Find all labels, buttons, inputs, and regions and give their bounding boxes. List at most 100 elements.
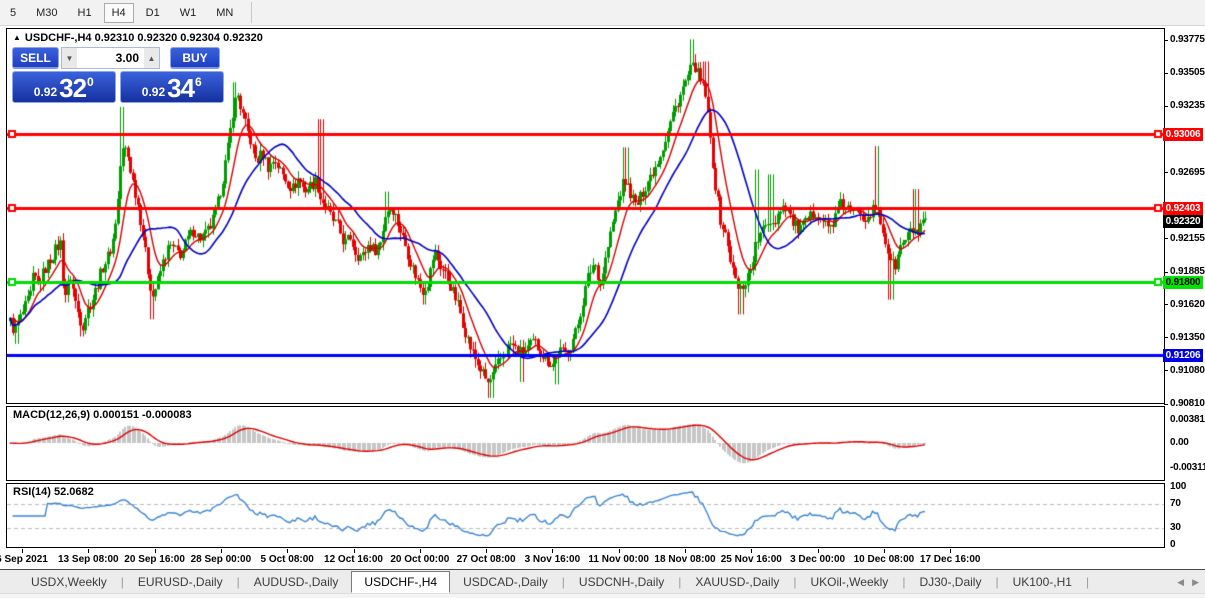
time-tick-label: 27 Oct 08:00 xyxy=(457,554,516,565)
time-tick-label: 11 Nov 00:00 xyxy=(588,554,649,565)
indicator-axis-label: -0.00311 xyxy=(1170,462,1205,473)
time-tick-dash xyxy=(420,549,421,553)
time-tick-label: 28 Sep 00:00 xyxy=(191,554,252,565)
price-tick-label: 0.91080 xyxy=(1170,365,1205,376)
chart-tab-usdcnhdaily[interactable]: USDCNH-,Daily xyxy=(566,571,677,593)
chart-tab-audusddaily[interactable]: AUDUSD-,Daily xyxy=(241,571,352,593)
rsi-indicator-label: RSI(14) 52.0682 xyxy=(13,486,94,498)
indicator-axis-label: 0 xyxy=(1170,539,1205,550)
time-tick-label: 3 Nov 16:00 xyxy=(525,554,581,565)
indicator-axis-label: 70 xyxy=(1170,498,1205,509)
indicator-axis-label: 0.003811 xyxy=(1170,414,1205,425)
time-tick-dash xyxy=(88,549,89,553)
ask-price-pipette: 6 xyxy=(195,75,202,89)
price-tick-dash xyxy=(1164,337,1168,338)
chart-tab-strip: USDX,Weekly|EURUSD-,Daily|AUDUSD-,DailyU… xyxy=(0,570,1090,594)
time-tick-dash xyxy=(884,549,885,553)
price-tick-dash xyxy=(1164,370,1168,371)
price-tick-label: 0.93235 xyxy=(1170,100,1205,111)
tab-scroll-left-icon[interactable]: ◀ xyxy=(1177,577,1184,588)
chart-tab-dj30daily[interactable]: DJ30-,Daily xyxy=(906,571,994,593)
volume-increase-icon[interactable]: ▲ xyxy=(144,48,159,68)
collapse-triangle-icon[interactable]: ▲ xyxy=(13,33,21,42)
timeframe-button-mn[interactable]: MN xyxy=(208,3,241,23)
price-tick-label: 0.90810 xyxy=(1170,398,1205,409)
time-tick-dash xyxy=(354,549,355,553)
price-tick-label: 0.91350 xyxy=(1170,332,1205,343)
bid-price-box[interactable]: 0.92 32 0 xyxy=(12,71,116,103)
timeframe-toolbar: 5M30H1H4D1W1MN xyxy=(0,0,1205,26)
macd-indicator-label: MACD(12,26,9) 0.000151 -0.000083 xyxy=(13,409,192,421)
timeframe-button-h1[interactable]: H1 xyxy=(70,3,100,23)
ask-price-small: 0.92 xyxy=(142,85,165,99)
tab-scroll-arrows: ◀ ▶ xyxy=(1177,570,1199,594)
sell-button[interactable]: SELL xyxy=(12,47,59,69)
time-tick-label: 13 Sep 08:00 xyxy=(58,554,119,565)
time-tick-dash xyxy=(619,549,620,553)
indicator-axis-label: 0.00 xyxy=(1170,437,1205,448)
bid-price-small: 0.92 xyxy=(34,85,57,99)
price-tick-dash xyxy=(1164,304,1168,305)
chart-tab-usdchfh4[interactable]: USDCHF-,H4 xyxy=(351,571,450,593)
chart-tab-xauusddaily[interactable]: XAUUSD-,Daily xyxy=(682,571,792,593)
mt-terminal: 5M30H1H4D1W1MN ▲ USDCHF-,H4 0.92310 0.923… xyxy=(0,0,1205,598)
time-tick-label: 6 Sep 2021 xyxy=(0,554,48,565)
bid-price-pipette: 0 xyxy=(87,75,94,89)
chart-tab-usdcaddaily[interactable]: USDCAD-,Daily xyxy=(450,571,561,593)
time-tick-dash xyxy=(155,549,156,553)
buy-button[interactable]: BUY xyxy=(170,47,220,69)
ask-price-big: 34 xyxy=(167,76,194,101)
time-tick-label: 20 Sep 16:00 xyxy=(124,554,185,565)
price-line-badge: 0.91206 xyxy=(1163,349,1203,362)
price-line-badge: 0.93006 xyxy=(1163,128,1203,141)
timeframe-button-m30[interactable]: M30 xyxy=(28,3,65,23)
price-line-badge: 0.91800 xyxy=(1163,276,1203,289)
time-tick-label: 12 Oct 16:00 xyxy=(324,554,383,565)
price-tick-label: 0.93505 xyxy=(1170,67,1205,78)
chart-tab-bar: USDX,Weekly|EURUSD-,Daily|AUDUSD-,DailyU… xyxy=(0,569,1205,594)
chart-tab-eurusddaily[interactable]: EURUSD-,Daily xyxy=(125,571,236,593)
price-tick-dash xyxy=(1164,106,1168,107)
one-click-trade-panel: SELL ▼ 3.00 ▲ BUY 0.92 32 0 0.92 34 6 xyxy=(12,47,224,103)
ask-price-box[interactable]: 0.92 34 6 xyxy=(120,71,225,103)
chart-tab-uk100h1[interactable]: UK100-,H1 xyxy=(1000,571,1085,593)
timeframe-button-h4[interactable]: H4 xyxy=(104,3,134,23)
indicator-axis-label: 100 xyxy=(1170,481,1205,492)
chart-tab-usdxweekly[interactable]: USDX,Weekly xyxy=(18,571,120,593)
time-tick-dash xyxy=(486,549,487,553)
toolbar-separator xyxy=(251,2,252,23)
chart-tab-ukoilweekly[interactable]: UKOil-,Weekly xyxy=(798,571,902,593)
price-tick-dash xyxy=(1164,73,1168,74)
volume-stepper: ▼ 3.00 ▲ xyxy=(61,47,160,69)
price-tick-dash xyxy=(1164,272,1168,273)
volume-decrease-icon[interactable]: ▼ xyxy=(62,48,77,68)
chart-title: ▲ USDCHF-,H4 0.92310 0.92320 0.92304 0.92… xyxy=(13,32,263,44)
indicator-axis-label: 30 xyxy=(1170,522,1205,533)
time-tick-label: 20 Oct 00:00 xyxy=(390,554,449,565)
timeframe-button-5[interactable]: 5 xyxy=(2,3,24,23)
time-tick-label: 17 Dec 16:00 xyxy=(920,554,981,565)
rsi-indicator-pane xyxy=(6,483,1165,548)
time-tick-label: 3 Dec 00:00 xyxy=(790,554,845,565)
time-tick-dash xyxy=(287,549,288,553)
time-tick-dash xyxy=(552,549,553,553)
time-tick-dash xyxy=(685,549,686,553)
price-tick-label: 0.92695 xyxy=(1170,167,1205,178)
time-tick-label: 25 Nov 16:00 xyxy=(721,554,782,565)
time-tick-dash xyxy=(751,549,752,553)
price-tick-dash xyxy=(1164,404,1168,405)
price-tick-label: 0.91620 xyxy=(1170,299,1205,310)
volume-input[interactable]: 3.00 xyxy=(77,48,144,68)
time-tick-dash xyxy=(22,549,23,553)
timeframe-button-w1[interactable]: W1 xyxy=(172,3,205,23)
rsi-canvas[interactable] xyxy=(7,484,1164,545)
status-strip xyxy=(0,593,1205,598)
chart-title-ohlc: 0.92310 0.92320 0.92304 0.92320 xyxy=(95,32,263,44)
price-line-badge: 0.92320 xyxy=(1163,215,1203,228)
tab-separator: | xyxy=(1085,575,1090,589)
tab-scroll-right-icon[interactable]: ▶ xyxy=(1192,577,1199,588)
chart-title-symbol: USDCHF-,H4 xyxy=(25,32,92,44)
time-tick-dash xyxy=(221,549,222,553)
timeframe-button-d1[interactable]: D1 xyxy=(138,3,168,23)
price-tick-dash xyxy=(1164,172,1168,173)
